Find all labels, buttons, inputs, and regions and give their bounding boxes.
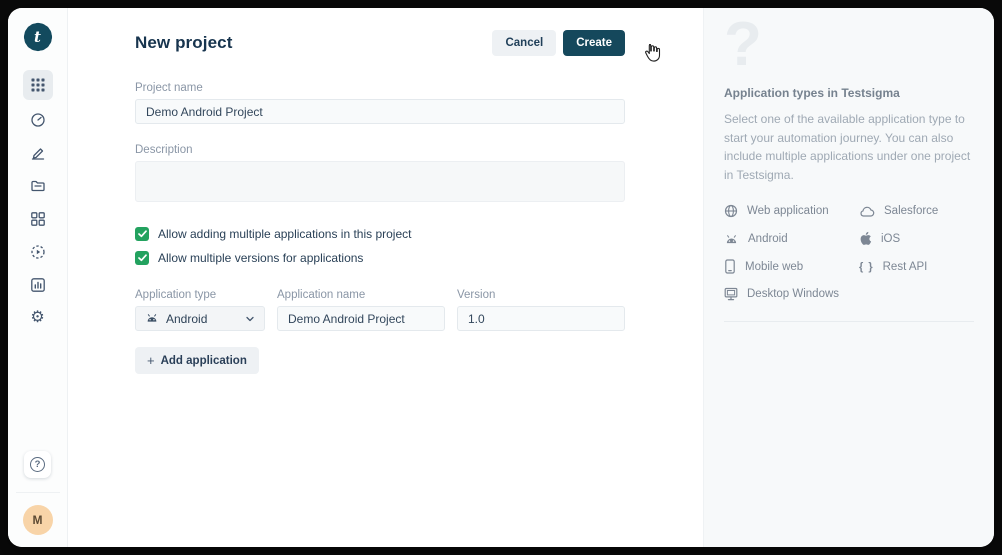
version-label: Version	[457, 289, 625, 301]
app-type-desktop-windows: Desktop Windows	[724, 287, 859, 301]
testsigma-logo-icon[interactable]: t	[23, 22, 53, 52]
play-circle-icon	[30, 244, 46, 260]
squares-icon	[30, 211, 46, 227]
checkbox-group: Allow adding multiple applications in th…	[135, 227, 625, 265]
hand-cursor	[642, 42, 662, 64]
version-input[interactable]	[457, 306, 625, 331]
sidebar-nav: ⚙	[23, 70, 53, 331]
app-type-salesforce: Salesforce	[859, 204, 974, 218]
sidebar-divider	[16, 492, 60, 493]
add-application-label: Add application	[161, 355, 247, 367]
sidebar-item-projects[interactable]	[23, 70, 53, 100]
mobile-icon	[724, 259, 736, 274]
application-row: Application type Android	[135, 289, 625, 331]
checkbox-checked-icon[interactable]	[135, 251, 149, 265]
gear-icon: ⚙	[30, 310, 44, 326]
folder-icon	[30, 178, 46, 194]
android-icon	[145, 312, 159, 326]
app-type-ios: iOS	[859, 231, 974, 246]
app-type-rest-api: { } Rest API	[859, 259, 974, 274]
main-content: New project Cancel Create Project name D…	[68, 8, 703, 547]
sidebar-item-settings[interactable]: ⚙	[23, 305, 53, 331]
application-type-select[interactable]: Android	[135, 306, 265, 331]
description-label: Description	[135, 144, 625, 156]
bar-chart-icon	[30, 277, 46, 293]
sidebar-item-test-data[interactable]	[23, 173, 53, 199]
page-title: New project	[135, 33, 232, 53]
help-panel-description: Select one of the available application …	[724, 110, 974, 184]
sidebar-item-elements[interactable]	[23, 206, 53, 232]
app-type-mobile-web: Mobile web	[724, 259, 859, 274]
android-icon	[724, 232, 739, 245]
avatar[interactable]: M	[23, 505, 53, 535]
question-watermark: ?	[724, 14, 974, 78]
cloud-icon	[859, 205, 875, 218]
app-type-web: Web application	[724, 204, 859, 218]
application-name-label: Application name	[277, 289, 445, 301]
application-name-input[interactable]	[277, 306, 445, 331]
checkbox-label: Allow multiple versions for applications	[158, 251, 363, 265]
sidebar-item-run-results[interactable]	[23, 239, 53, 265]
cancel-button[interactable]: Cancel	[492, 30, 556, 56]
project-name-label: Project name	[135, 82, 625, 94]
help-panel-heading: Application types in Testsigma	[724, 86, 974, 100]
project-name-input[interactable]	[135, 99, 625, 124]
checkbox-checked-icon[interactable]	[135, 227, 149, 241]
braces-icon: { }	[859, 261, 874, 273]
help-panel: ? Application types in Testsigma Select …	[703, 8, 994, 547]
panel-divider	[724, 321, 974, 322]
globe-icon	[724, 204, 738, 218]
question-icon: ?	[30, 457, 45, 472]
page-header: New project Cancel Create	[135, 30, 625, 56]
plus-icon: +	[147, 354, 155, 367]
desktop-icon	[724, 287, 738, 301]
chevron-down-icon	[245, 314, 255, 324]
help-button[interactable]: ?	[24, 451, 51, 478]
application-type-label: Application type	[135, 289, 265, 301]
app-window: t	[8, 8, 994, 547]
grid-icon	[30, 77, 46, 93]
sidebar-item-dashboard[interactable]	[23, 107, 53, 133]
application-types-list: Web application Salesforce Android	[724, 204, 974, 301]
gauge-icon	[30, 112, 46, 128]
description-input[interactable]	[135, 161, 625, 202]
multiple-applications-checkbox-row[interactable]: Allow adding multiple applications in th…	[135, 227, 625, 241]
application-type-value: Android	[166, 312, 238, 326]
checkbox-label: Allow adding multiple applications in th…	[158, 227, 411, 241]
add-application-button[interactable]: + Add application	[135, 347, 259, 374]
pencil-icon	[30, 145, 46, 161]
sidebar-item-reports[interactable]	[23, 272, 53, 298]
sidebar: t	[8, 8, 68, 547]
sidebar-item-author[interactable]	[23, 140, 53, 166]
multiple-versions-checkbox-row[interactable]: Allow multiple versions for applications	[135, 251, 625, 265]
apple-icon	[859, 231, 872, 246]
app-type-android: Android	[724, 231, 859, 246]
create-button[interactable]: Create	[563, 30, 625, 56]
